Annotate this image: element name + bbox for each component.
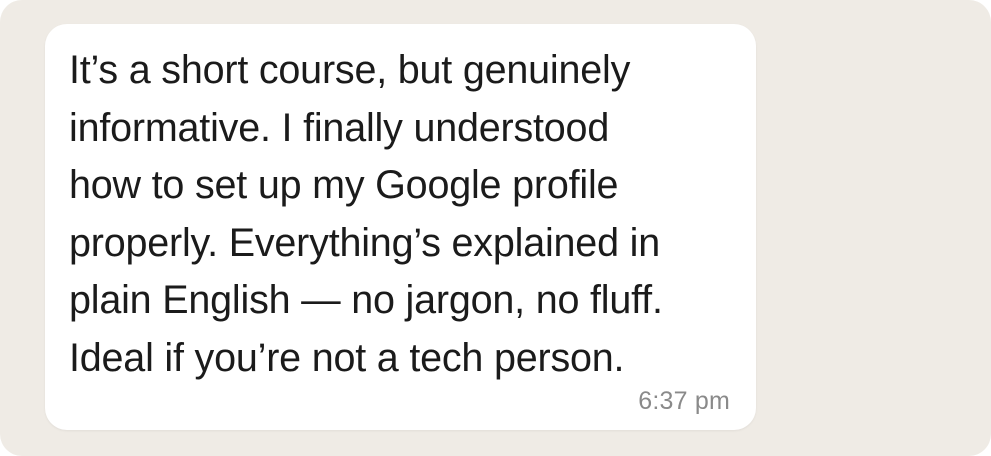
message-text: It’s a short course, but genuinely infor…	[69, 48, 663, 380]
message-bubble[interactable]: It’s a short course, but genuinely infor…	[45, 24, 756, 430]
chat-background: It’s a short course, but genuinely infor…	[0, 0, 991, 456]
message-timestamp: 6:37 pm	[638, 387, 730, 415]
